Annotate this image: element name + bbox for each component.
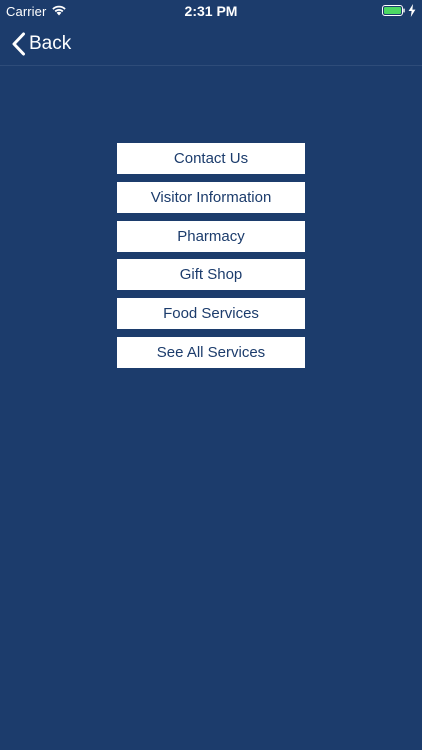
back-button[interactable]: Back [11,31,71,57]
pharmacy-button[interactable]: Pharmacy [117,220,305,252]
chevron-left-icon [12,32,25,56]
navigation-bar: Back [0,22,422,66]
services-menu: Contact Us Visitor Information Pharmacy … [117,143,305,376]
gift-shop-button[interactable]: Gift Shop [117,259,305,291]
charging-bolt-icon [408,4,416,17]
back-label: Back [29,33,72,54]
status-bar: Carrier 2:31 PM [0,0,422,22]
see-all-services-button[interactable]: See All Services [117,336,305,368]
visitor-information-button[interactable]: Visitor Information [117,181,305,213]
contact-us-button[interactable]: Contact Us [117,143,305,174]
status-time: 2:31 PM [184,3,238,19]
battery-icon [382,5,405,16]
food-services-button[interactable]: Food Services [117,298,305,330]
